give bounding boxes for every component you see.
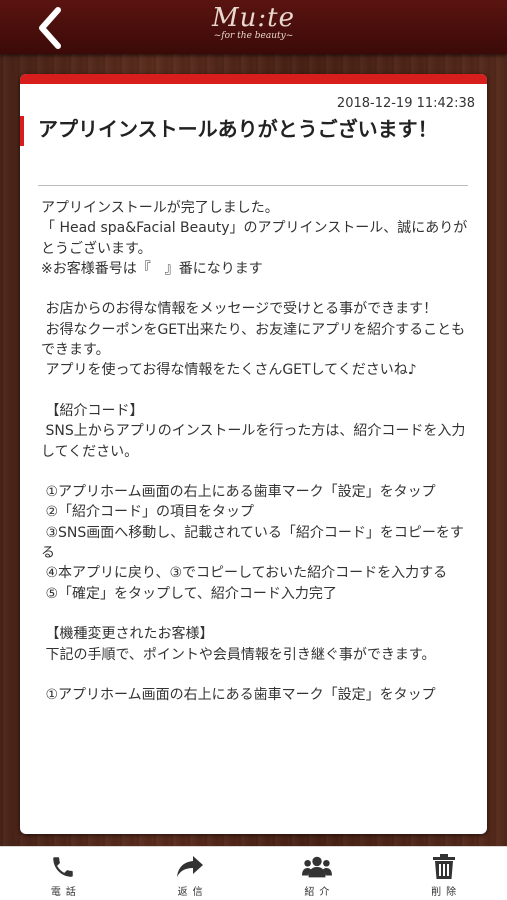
message-title: アプリインストールありがとうございます！ [38,117,438,141]
message-card: 2018-12-19 11:42:38 アプリインストールありがとうございます！… [20,74,487,834]
message-timestamp: 2018-12-19 11:42:38 [336,96,475,111]
nav-introduce-button[interactable]: 紹介 [254,847,381,900]
trash-icon [429,854,459,880]
nav-introduce-label: 紹介 [304,887,335,898]
logo-subtitle: ~for the beauty~ [213,31,294,41]
users-icon [301,854,332,880]
phone-icon [48,854,78,880]
bottom-nav: 電話 返信 紹介 削除 [0,846,507,900]
card-accent-bar [20,74,487,84]
nav-reply-button[interactable]: 返信 [127,847,254,900]
message-body: アプリインストールが完了しました。 「 Head spa&Facial Beau… [41,200,468,704]
nav-delete-label: 削除 [431,887,462,898]
nav-phone-button[interactable]: 電話 [0,847,127,900]
app-header: Mu:te ~for the beauty~ [0,0,507,54]
logo-text: Mu:te [212,3,295,33]
title-accent-bar [20,116,24,146]
title-divider [38,185,468,186]
reply-arrow-icon [175,854,205,880]
app-logo: Mu:te ~for the beauty~ [0,4,507,42]
nav-reply-label: 返信 [177,887,208,898]
nav-delete-button[interactable]: 削除 [380,847,507,900]
nav-phone-label: 電話 [50,887,81,898]
